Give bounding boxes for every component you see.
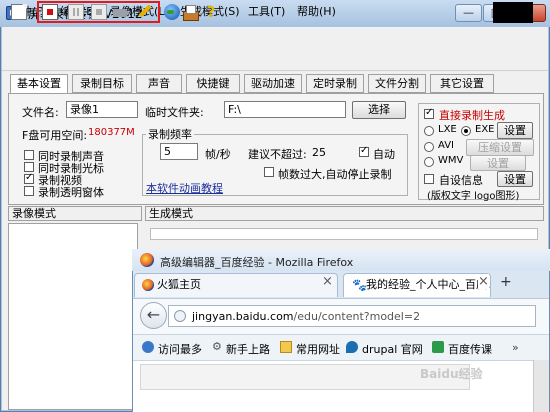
new-file-icon[interactable] <box>11 4 27 20</box>
menu-tools[interactable]: 工具(T) <box>248 3 285 19</box>
url-path: /edu/content?model=2 <box>293 310 421 323</box>
bookmark-drupal[interactable]: drupal 官网 <box>362 341 423 357</box>
minimize-button[interactable]: — <box>455 4 482 22</box>
suggest-value: 25 <box>312 146 326 159</box>
auto-info-label: 自设信息 <box>439 174 483 187</box>
format-wmv-radio[interactable] <box>424 157 434 167</box>
gear-icon: ⚙ <box>212 340 222 353</box>
firefox-logo-icon <box>142 279 154 291</box>
tab-sound[interactable]: 声音 <box>136 74 182 93</box>
url-text[interactable]: jingyan.baidu.com/edu/content?model=2 <box>192 310 420 323</box>
pen-icon[interactable] <box>136 4 152 20</box>
fps-unit: 帧/秒 <box>205 148 231 161</box>
fps-input[interactable]: 5 <box>160 143 198 160</box>
globe-icon[interactable] <box>164 4 180 20</box>
tab-other-settings[interactable]: 其它设置 <box>430 74 494 93</box>
visit-icon <box>142 341 154 353</box>
bookmarks-more-icon[interactable]: » <box>512 341 519 354</box>
close-tab-icon[interactable]: × <box>322 274 333 289</box>
record-file-list[interactable] <box>8 223 138 410</box>
auto-fps-checkbox[interactable] <box>359 145 369 157</box>
browse-button[interactable]: 选择 <box>352 101 406 119</box>
camera-icon[interactable] <box>113 4 131 20</box>
firefox-window-title: 高级编辑器_百度经验 - Mozilla Firefox <box>160 256 354 269</box>
pause-icon[interactable] <box>68 4 84 20</box>
auto-fps-label: 自动 <box>373 148 395 161</box>
record-cursor-checkbox[interactable] <box>24 162 34 172</box>
baidu-course-icon <box>432 341 444 353</box>
firefox-tab-home[interactable]: 火狐主页 <box>134 273 338 297</box>
wmv-settings-button[interactable]: 设置 <box>470 155 526 171</box>
suggest-label: 建议不超过: <box>248 148 307 161</box>
format-avi-label: AVI <box>438 140 454 151</box>
bookmark-common-sites[interactable]: 常用网址 <box>296 341 340 357</box>
direct-generate-checkbox[interactable] <box>424 107 434 119</box>
file-name-label: 文件名: <box>22 106 59 119</box>
copyright-label: (版权文字 logo图形) <box>427 191 520 202</box>
auto-info-checkbox[interactable] <box>424 174 434 184</box>
format-exe-label: EXE <box>475 124 495 135</box>
temp-folder-input[interactable]: F:\ <box>224 101 346 118</box>
preview-box <box>493 2 533 23</box>
tab-driver-accel[interactable]: 驱动加速 <box>244 74 302 93</box>
tab-timed-record[interactable]: 定时录制 <box>306 74 364 93</box>
tab-record-target[interactable]: 录制目标 <box>72 74 132 93</box>
drupal-icon <box>346 341 358 353</box>
back-button[interactable]: ← <box>140 302 167 329</box>
generate-mode-bar[interactable]: 生成模式 <box>145 206 544 221</box>
baidu-watermark: Baidu经验 <box>420 367 483 381</box>
record-video-checkbox[interactable] <box>24 172 34 184</box>
settings-icon[interactable] <box>182 4 199 21</box>
format-lxe-label: LXE <box>438 124 457 135</box>
progress-track <box>150 228 538 240</box>
page-scrollbar[interactable] <box>533 360 549 412</box>
free-space-value: 180377M <box>88 127 135 138</box>
format-avi-radio[interactable] <box>424 142 434 152</box>
info-settings-button[interactable]: 设置 <box>497 171 533 187</box>
format-settings-button[interactable]: 设置 <box>497 122 533 139</box>
tab-basic-settings[interactable]: 基本设置 <box>10 74 68 94</box>
free-space-label: F盘可用空间: <box>22 129 88 142</box>
folder-icon <box>280 341 292 353</box>
menu-bar <box>2 27 548 45</box>
record-transparent-label: 录制透明窗体 <box>38 186 104 199</box>
tab-file-split[interactable]: 文件分割 <box>368 74 426 93</box>
menu-help[interactable]: 帮助(H) <box>297 3 336 19</box>
tab-hotkeys[interactable]: 快捷键 <box>186 74 240 93</box>
record-sound-checkbox[interactable] <box>24 150 34 160</box>
bookmark-most-visited[interactable]: 访问最多 <box>158 341 202 357</box>
direct-generate-label: 直接录制生成 <box>439 109 505 122</box>
toolbar <box>2 45 548 71</box>
frame-rate-group-title: 录制频率 <box>146 126 194 142</box>
tutorial-link[interactable]: 本软件动画教程 <box>146 180 223 196</box>
record-mode-bar[interactable]: 录像模式 <box>8 206 142 221</box>
temp-folder-label: 临时文件夹: <box>145 106 204 119</box>
stop-on-overflow-label: 帧数过大,自动停止录制 <box>278 168 392 181</box>
file-name-input[interactable]: 录像1 <box>66 101 138 118</box>
close-tab-icon[interactable]: × <box>478 274 489 289</box>
help-icon[interactable]: ? <box>203 4 219 20</box>
compress-settings-button[interactable]: 压缩设置 <box>466 139 534 156</box>
globe-icon <box>174 310 186 322</box>
paw-icon: 🐾 <box>352 278 367 292</box>
firefox-icon <box>140 253 154 267</box>
bookmark-baidu-course[interactable]: 百度传课 <box>448 341 492 357</box>
format-exe-radio[interactable] <box>461 126 471 136</box>
stop-on-overflow-checkbox[interactable] <box>264 167 274 177</box>
stop-icon[interactable] <box>91 4 107 20</box>
record-icon[interactable] <box>42 4 58 20</box>
new-tab-button[interactable]: + <box>500 274 512 290</box>
record-transparent-checkbox[interactable] <box>24 186 34 196</box>
url-host: jingyan.baidu.com <box>192 310 294 323</box>
format-lxe-radio[interactable] <box>424 126 434 136</box>
format-wmv-label: WMV <box>438 155 464 166</box>
bookmark-getting-started[interactable]: 新手上路 <box>226 341 270 357</box>
